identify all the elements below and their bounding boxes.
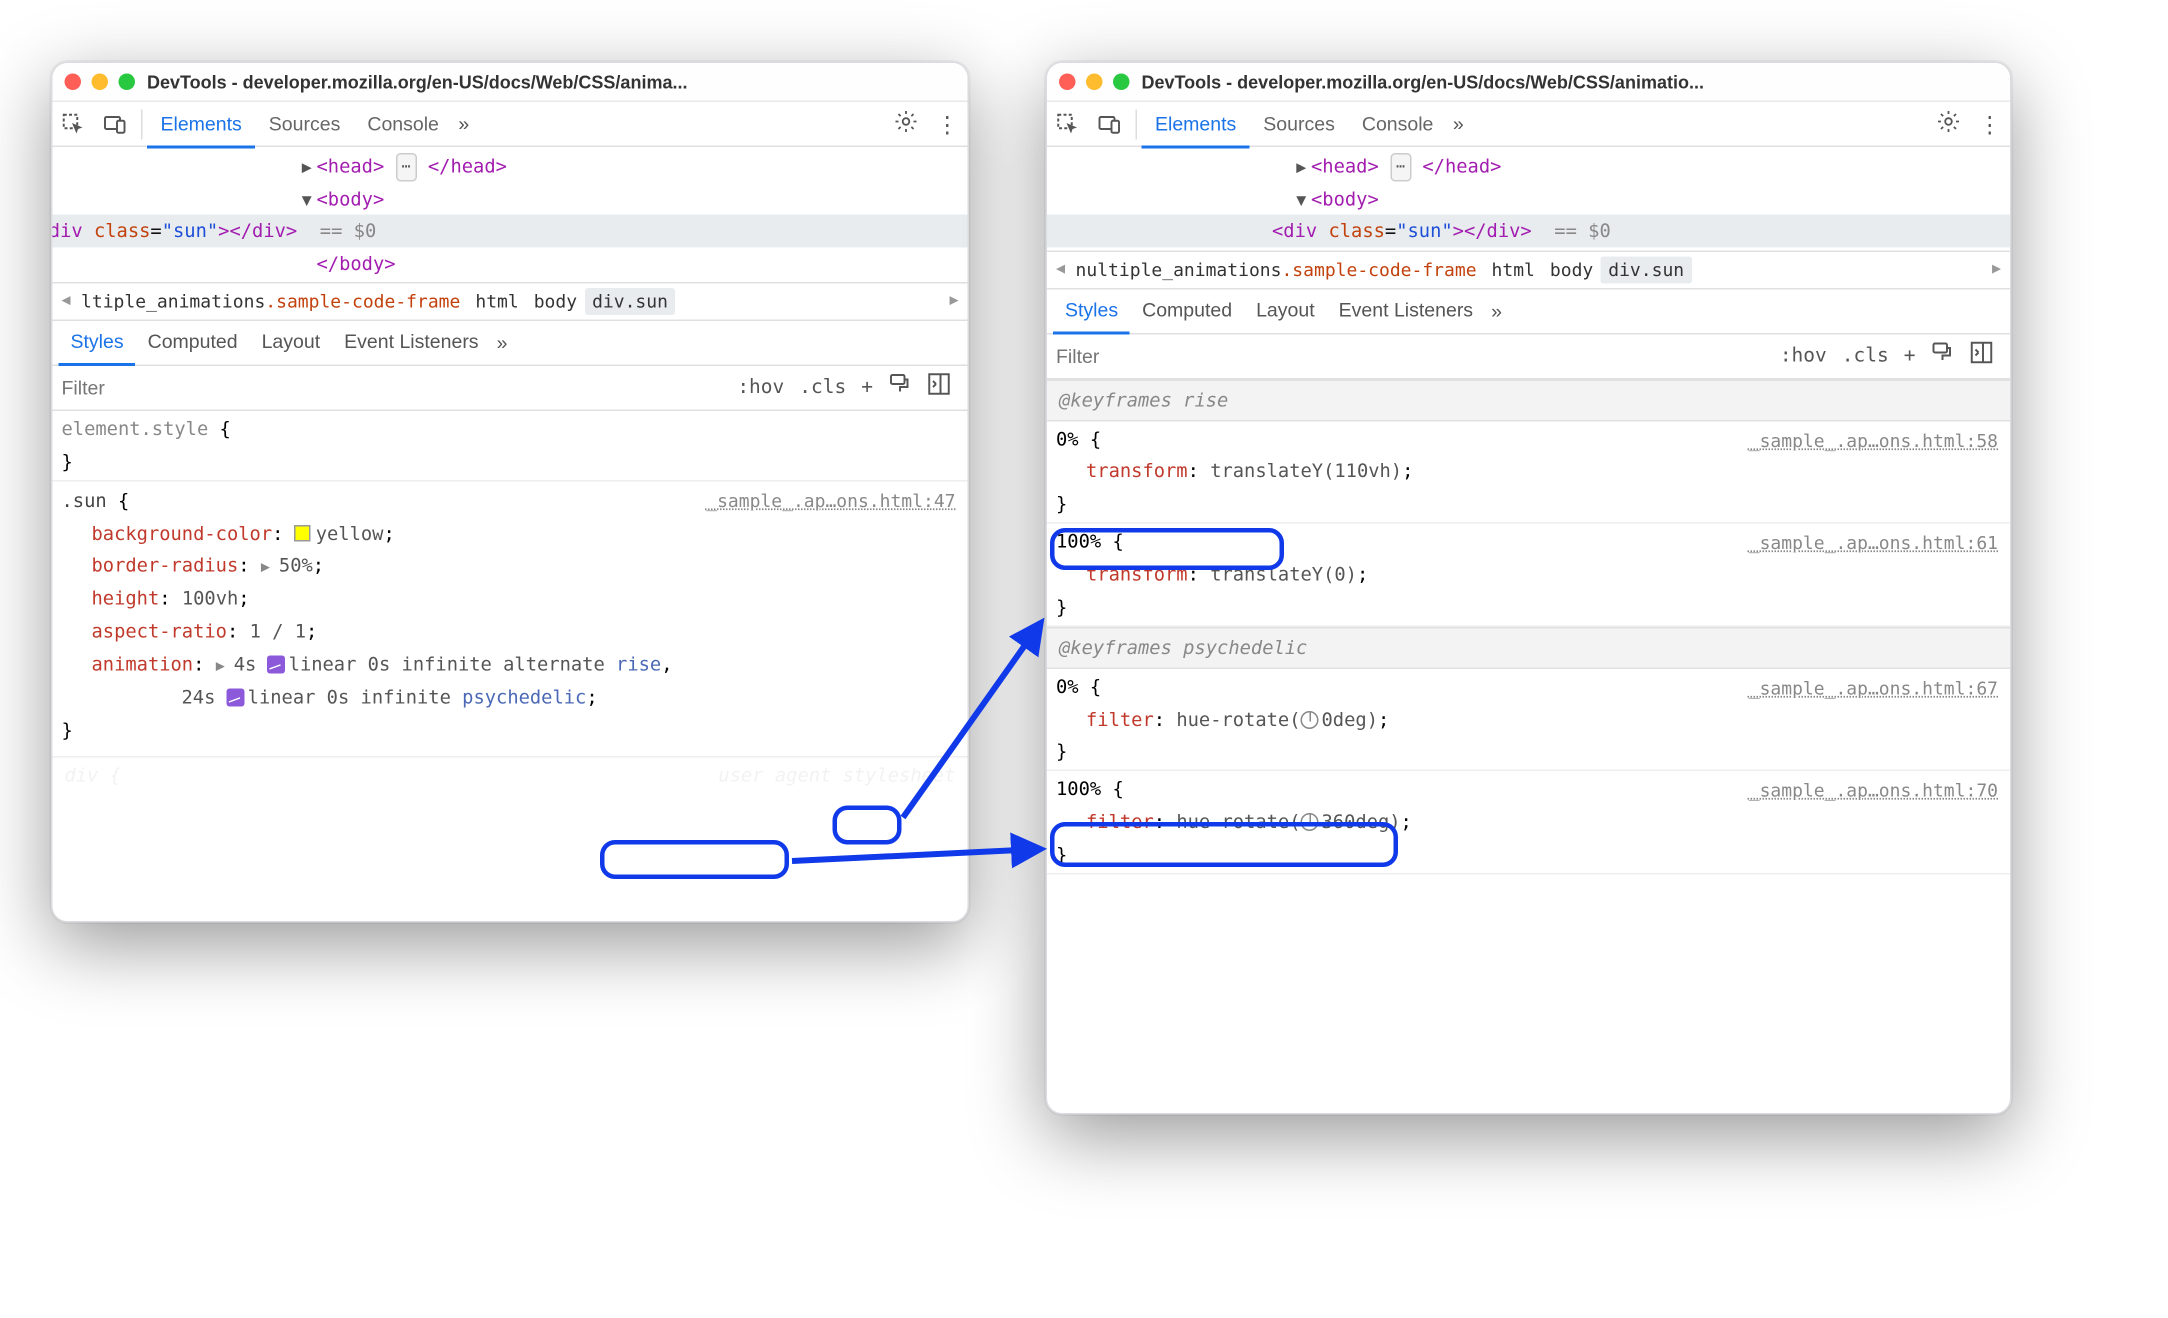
paint-icon[interactable] bbox=[1923, 341, 1962, 371]
tab-console[interactable]: Console bbox=[354, 101, 453, 146]
dom-tree[interactable]: ▶<head> ⋯ </head> ▼<body> <div class="su… bbox=[53, 147, 968, 282]
bezier-icon[interactable] bbox=[268, 656, 286, 674]
paint-icon[interactable] bbox=[881, 373, 920, 403]
tab-console[interactable]: Console bbox=[1348, 101, 1447, 146]
close-icon[interactable] bbox=[65, 74, 82, 91]
minimize-icon[interactable] bbox=[92, 74, 109, 91]
filter-input[interactable] bbox=[62, 376, 730, 399]
kf-rise-100[interactable]: _sample_.ap…ons.html:61 100% { transform… bbox=[1047, 524, 2010, 627]
zoom-icon[interactable] bbox=[119, 74, 136, 91]
cls-toggle[interactable]: .cls bbox=[1834, 344, 1896, 367]
breadcrumb[interactable]: ◀ nultiple_animations.sample-code-frame … bbox=[1047, 250, 2010, 289]
subtab-styles[interactable]: Styles bbox=[1053, 288, 1130, 333]
devtools-window-left: DevTools - developer.mozilla.org/en-US/d… bbox=[51, 62, 969, 923]
angle-icon[interactable] bbox=[1301, 813, 1319, 831]
more-tabs-icon[interactable]: » bbox=[1447, 113, 1470, 136]
keyframes-rules: @keyframes rise _sample_.ap…ons.html:58 … bbox=[1047, 379, 2010, 874]
angle-icon[interactable] bbox=[1301, 710, 1319, 728]
hov-toggle[interactable]: :hov bbox=[1772, 344, 1834, 367]
zoom-icon[interactable] bbox=[1113, 74, 1130, 91]
kebab-icon[interactable]: ⋮ bbox=[1970, 110, 2011, 137]
filter-input[interactable] bbox=[1056, 344, 1772, 367]
kf-psy-100[interactable]: _sample_.ap…ons.html:70 100% { filter: h… bbox=[1047, 771, 2010, 874]
inspect-icon[interactable] bbox=[1047, 101, 1089, 146]
filter-row: :hov .cls + bbox=[53, 366, 968, 411]
tab-sources[interactable]: Sources bbox=[255, 101, 354, 146]
tab-sources[interactable]: Sources bbox=[1250, 101, 1349, 146]
styles-subpanels: Styles Computed Layout Event Listeners » bbox=[1047, 289, 2010, 334]
window-title: DevTools - developer.mozilla.org/en-US/d… bbox=[147, 71, 687, 92]
window-controls bbox=[65, 74, 136, 91]
new-rule-icon[interactable]: + bbox=[854, 376, 881, 399]
computed-pane-icon[interactable] bbox=[920, 373, 959, 403]
inspect-icon[interactable] bbox=[53, 101, 95, 146]
kebab-icon[interactable]: ⋮ bbox=[927, 110, 968, 137]
selected-marker: == $0 bbox=[320, 220, 376, 243]
animation-link-psychedelic[interactable]: psychedelic bbox=[462, 685, 586, 708]
window-controls bbox=[1059, 74, 1130, 91]
titlebar: DevTools - developer.mozilla.org/en-US/d… bbox=[1047, 63, 2010, 102]
subtab-listeners[interactable]: Event Listeners bbox=[332, 320, 490, 365]
gear-icon[interactable] bbox=[885, 109, 927, 139]
devtools-window-right: DevTools - developer.mozilla.org/en-US/d… bbox=[1046, 62, 2012, 1115]
subtabs-more-icon[interactable]: » bbox=[491, 331, 514, 354]
subtab-computed[interactable]: Computed bbox=[136, 320, 250, 365]
hov-toggle[interactable]: :hov bbox=[730, 376, 792, 399]
gear-icon[interactable] bbox=[1928, 109, 1970, 139]
rule-sun[interactable]: _sample_.ap…ons.html:47 .sun { backgroun… bbox=[53, 481, 968, 757]
tab-elements[interactable]: Elements bbox=[1142, 101, 1250, 146]
minimize-icon[interactable] bbox=[1086, 74, 1103, 91]
styles-rules: element.style { } _sample_.ap…ons.html:4… bbox=[53, 411, 968, 791]
source-link[interactable]: _sample_.ap…ons.html:58 bbox=[1749, 425, 1998, 457]
rule-element-style[interactable]: element.style { } bbox=[53, 411, 968, 481]
filter-row: :hov .cls + bbox=[1047, 334, 2010, 379]
computed-pane-icon[interactable] bbox=[1962, 341, 2001, 371]
dom-tree[interactable]: ▶<head> ⋯ </head> ▼<body> ⋯ <div class="… bbox=[1047, 147, 2010, 250]
tab-elements[interactable]: Elements bbox=[147, 101, 255, 146]
close-icon[interactable] bbox=[1059, 74, 1076, 91]
keyframes-header-rise: @keyframes rise bbox=[1047, 379, 2010, 421]
bezier-icon[interactable] bbox=[227, 688, 245, 706]
source-link[interactable]: _sample_.ap…ons.html:61 bbox=[1749, 528, 1998, 560]
source-link[interactable]: _sample_.ap…ons.html:70 bbox=[1749, 776, 1998, 808]
keyframes-header-psychedelic: @keyframes psychedelic bbox=[1047, 627, 2010, 669]
subtab-styles[interactable]: Styles bbox=[59, 320, 136, 365]
kf-rise-0[interactable]: _sample_.ap…ons.html:58 0% { transform: … bbox=[1047, 421, 2010, 524]
styles-subpanels: Styles Computed Layout Event Listeners » bbox=[53, 321, 968, 366]
subtab-layout[interactable]: Layout bbox=[250, 320, 333, 365]
subtabs-more-icon[interactable]: » bbox=[1485, 299, 1508, 322]
main-tabbar: Elements Sources Console » ⋮ bbox=[1047, 102, 2010, 147]
subtab-layout[interactable]: Layout bbox=[1244, 288, 1327, 333]
kf-psy-0[interactable]: _sample_.ap…ons.html:67 0% { filter: hue… bbox=[1047, 668, 2010, 771]
device-icon[interactable] bbox=[1089, 101, 1131, 146]
source-link[interactable]: _sample_.ap…ons.html:47 bbox=[706, 485, 955, 517]
window-title: DevTools - developer.mozilla.org/en-US/d… bbox=[1142, 71, 1704, 92]
more-tabs-icon[interactable]: » bbox=[452, 113, 475, 136]
subtab-listeners[interactable]: Event Listeners bbox=[1327, 288, 1485, 333]
source-link[interactable]: _sample_.ap…ons.html:67 bbox=[1749, 673, 1998, 705]
breadcrumb[interactable]: ◀ ltiple_animations.sample-code-frame ht… bbox=[53, 282, 968, 321]
cls-toggle[interactable]: .cls bbox=[792, 376, 854, 399]
titlebar: DevTools - developer.mozilla.org/en-US/d… bbox=[53, 63, 968, 102]
new-rule-icon[interactable]: + bbox=[1896, 344, 1923, 367]
main-tabbar: Elements Sources Console » ⋮ bbox=[53, 102, 968, 147]
subtab-computed[interactable]: Computed bbox=[1130, 288, 1244, 333]
animation-link-rise[interactable]: rise bbox=[616, 653, 661, 676]
device-icon[interactable] bbox=[95, 101, 137, 146]
